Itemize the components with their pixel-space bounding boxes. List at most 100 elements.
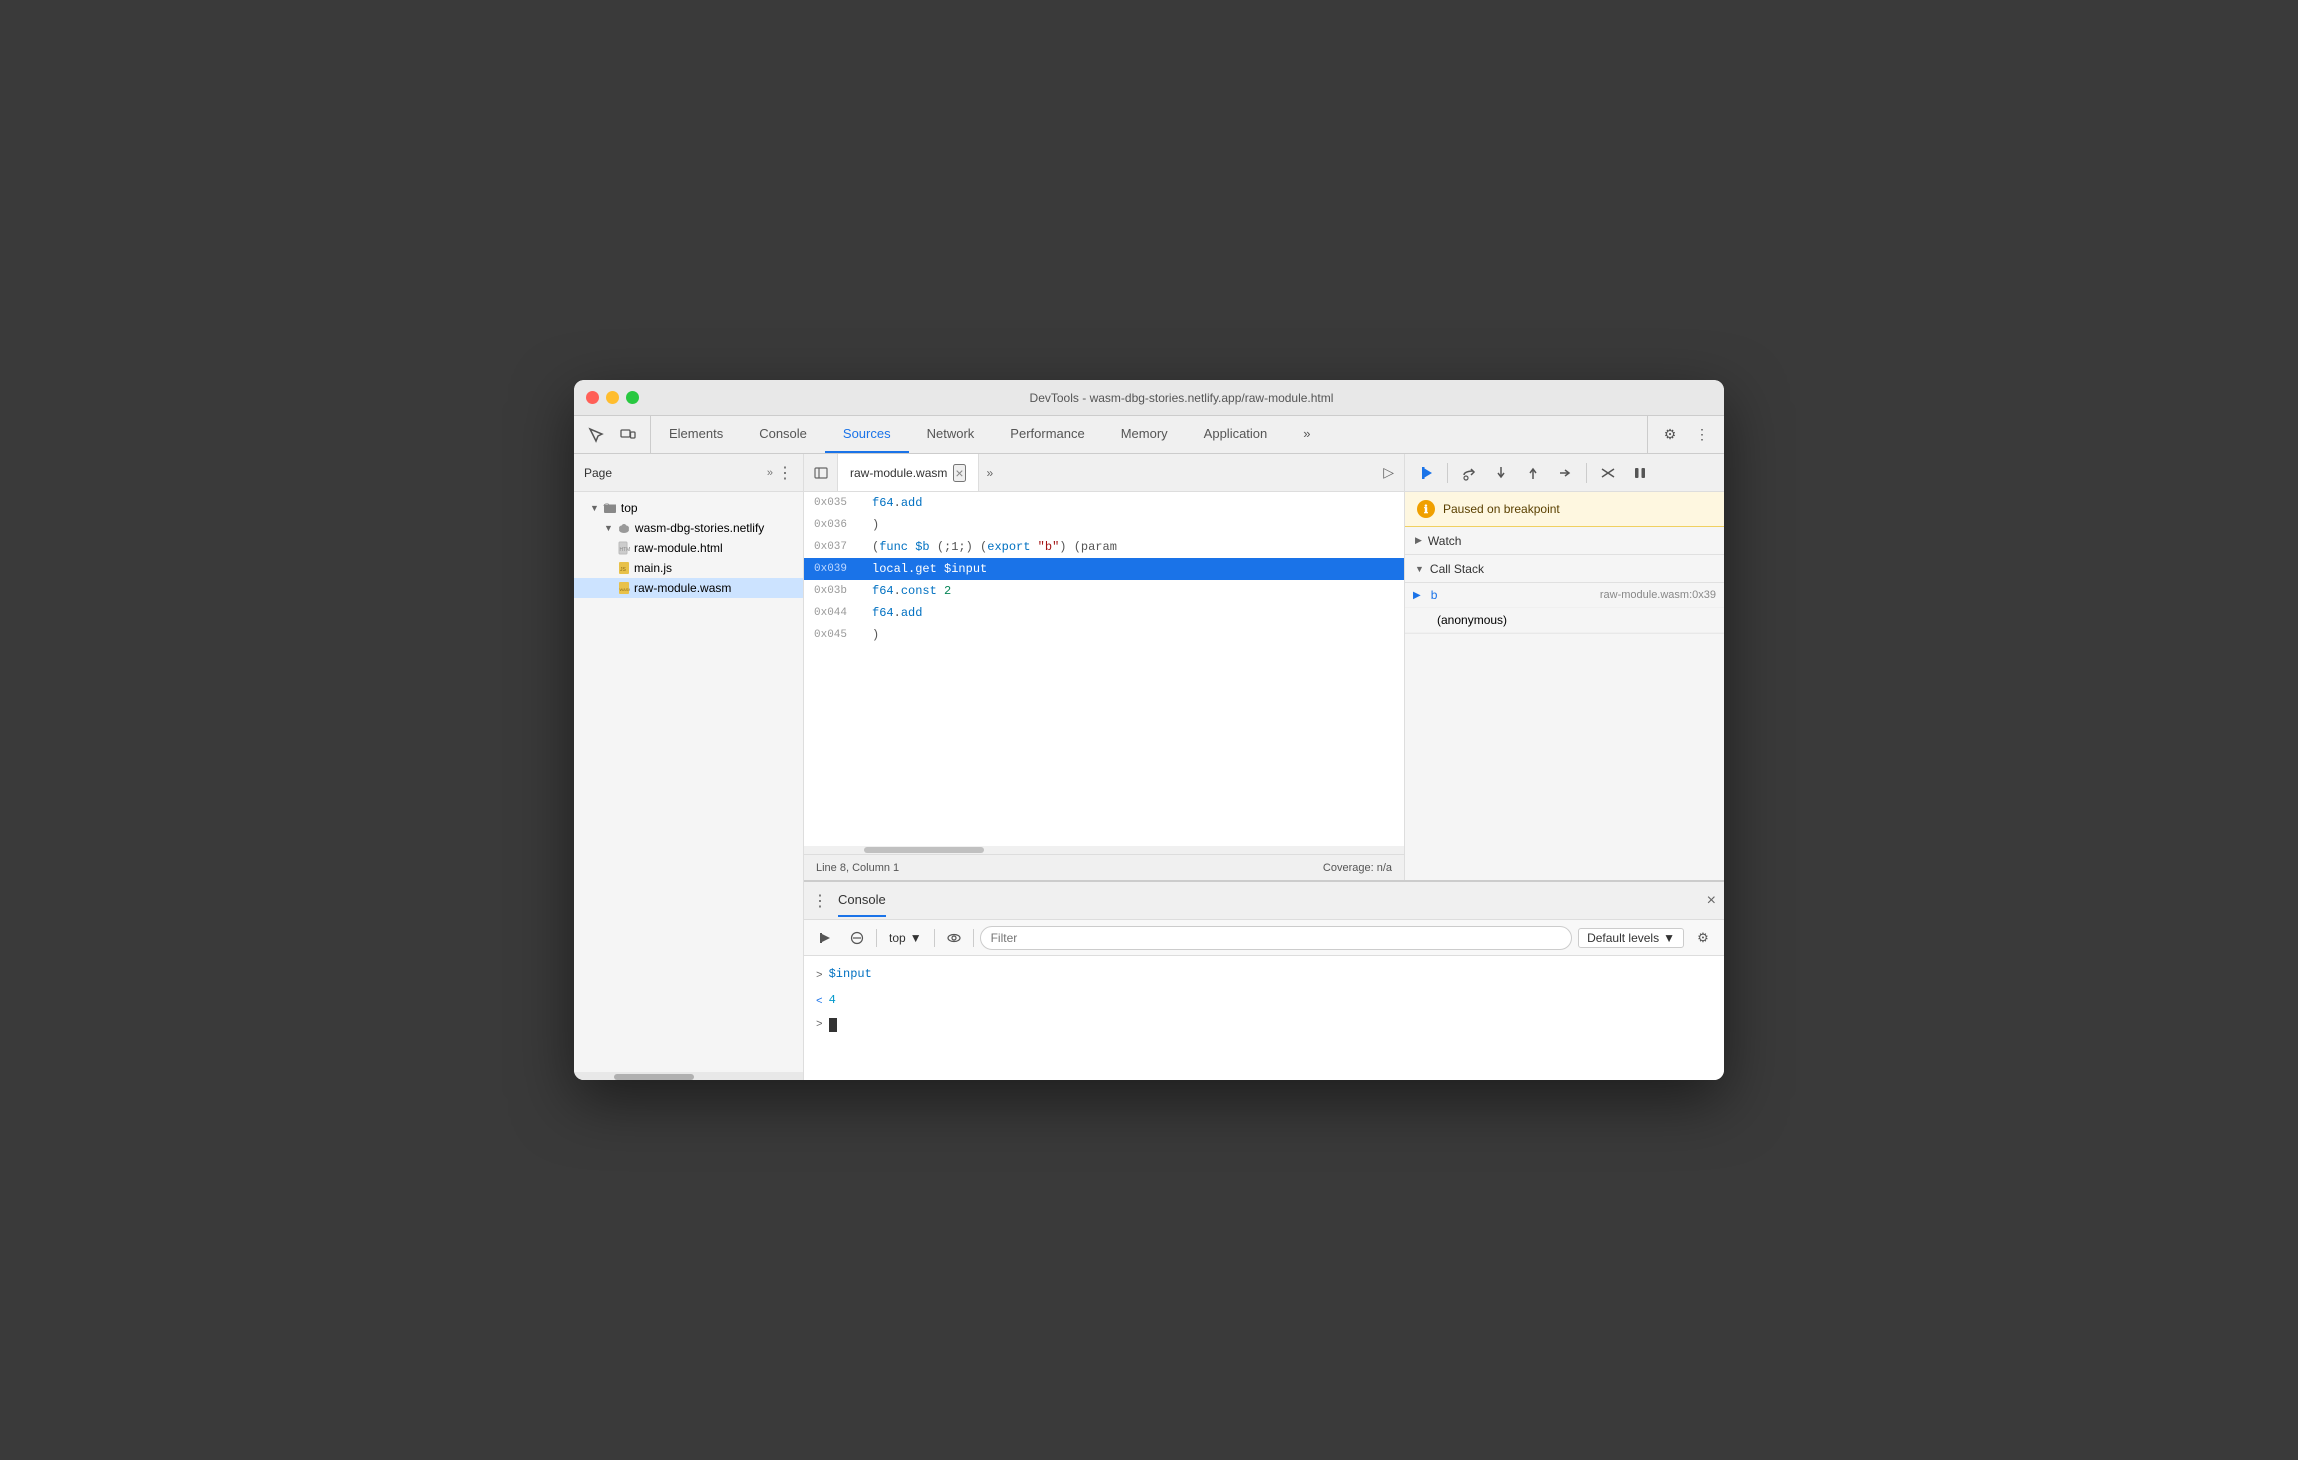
sidebar-toggle-btn[interactable] [804,454,838,491]
editor-tab-wasm[interactable]: raw-module.wasm × [838,454,979,491]
console-levels-selector[interactable]: Default levels ▼ [1578,928,1684,948]
console-toolbar: top ▼ Default levels ▼ [804,920,1724,956]
console-eye-btn[interactable] [941,925,967,951]
svg-text:WASM: WASM [620,587,631,592]
console-tab[interactable]: Console [838,884,886,917]
context-chevron: ▼ [910,931,922,945]
pause-exceptions-btn[interactable] [1625,460,1655,486]
editor-and-debugger: raw-module.wasm × » ▷ 0x035 f64.add [804,454,1724,880]
console-close-btn[interactable]: × [1707,892,1716,910]
tree-item-netlify[interactable]: ▼ wasm-dbg-stories.netlify [574,518,803,538]
minimize-button[interactable] [606,391,619,404]
fullscreen-button[interactable] [626,391,639,404]
tab-performance[interactable]: Performance [992,416,1102,453]
debugger-divider-2 [1586,463,1587,483]
file-sidebar: Page » ⋮ ▼ top ▼ [574,454,804,1080]
status-bar: Line 8, Column 1 Coverage: n/a [804,854,1404,880]
console-input-line[interactable]: > [816,1016,1712,1036]
debugger-divider [1447,463,1448,483]
console-context-selector[interactable]: top ▼ [883,929,928,947]
deactivate-breakpoints-btn[interactable] [1593,460,1623,486]
callstack-item-anonymous[interactable]: (anonymous) [1405,608,1724,633]
window-title: DevTools - wasm-dbg-stories.netlify.app/… [651,391,1712,405]
console-menu-btn[interactable]: ⋮ [812,891,828,911]
tab-console[interactable]: Console [741,416,825,453]
console-settings-btn[interactable]: ⚙ [1690,925,1716,951]
tree-item-wasm[interactable]: WASM raw-module.wasm [574,578,803,598]
editor-tab-close[interactable]: × [953,464,965,482]
sidebar-scrollbar[interactable] [574,1072,803,1080]
file-html-icon: HTML [618,541,630,555]
expand-arrow-top: ▼ [590,503,599,513]
callstack-arrow: ▼ [1415,564,1424,574]
scroll-thumb[interactable] [864,847,984,853]
console-cursor [829,1018,837,1032]
resume-btn[interactable] [1411,460,1441,486]
tab-sources[interactable]: Sources [825,416,909,453]
tab-elements[interactable]: Elements [651,416,741,453]
console-active-prompt: > [816,1016,823,1036]
tree-item-html[interactable]: HTML raw-module.html [574,538,803,558]
tab-memory[interactable]: Memory [1103,416,1186,453]
watch-section-header[interactable]: ▶ Watch [1405,527,1724,555]
watch-arrow: ▶ [1415,535,1422,546]
sidebar-header: Page » ⋮ [574,454,803,492]
main-tabs: Elements Console Sources Network Perform… [651,416,1647,453]
step-into-btn[interactable] [1486,460,1516,486]
tree-label-html: raw-module.html [634,541,723,555]
coverage-status: Coverage: n/a [1323,862,1392,874]
step-over-btn[interactable] [1454,460,1484,486]
tab-application[interactable]: Application [1186,416,1286,453]
tree-item-mainjs[interactable]: JS main.js [574,558,803,578]
center-and-right: raw-module.wasm × » ▷ 0x035 f64.add [804,454,1724,1080]
code-line-0x035: 0x035 f64.add [804,492,1404,514]
tree-item-top[interactable]: ▼ top [574,498,803,518]
editor-more-btn[interactable]: » [979,454,1002,491]
console-input-value: $input [829,967,872,981]
tab-more[interactable]: » [1285,416,1328,453]
active-frame-arrow: ▶ [1413,590,1421,601]
right-sections: ▶ Watch ▼ Call Stack ▶ b raw-m [1405,527,1724,880]
horizontal-scrollbar[interactable] [804,846,1404,854]
code-container[interactable]: 0x035 f64.add 0x036 ) 0x037 (func $b (;1… [804,492,1404,846]
step-btn[interactable] [1550,460,1580,486]
callstack-section-header[interactable]: ▼ Call Stack [1405,555,1724,583]
console-return-value: 4 [829,993,836,1007]
inspect-icon[interactable] [582,421,610,449]
file-tree: ▼ top ▼ wasm-dbg-stories.netli [574,492,803,1072]
folder-icon-top [603,501,617,515]
sidebar-scroll-thumb[interactable] [614,1074,694,1080]
expand-arrow-netlify: ▼ [604,523,613,533]
console-run-btn[interactable] [812,925,838,951]
code-line-0x036: 0x036 ) [804,514,1404,536]
overflow-menu-icon[interactable]: ⋮ [1688,421,1716,449]
console-filter-input[interactable] [980,926,1572,950]
console-return-prompt: < [816,993,823,1013]
console-panel: ⋮ Console × [804,880,1724,1080]
toolbar-left [574,416,651,453]
console-output: > $input < 4 > [804,956,1724,1080]
code-line-0x03b: 0x03b f64.const 2 [804,580,1404,602]
callstack-loc-b: raw-module.wasm:0x39 [1600,589,1716,601]
levels-label: Default levels [1587,931,1659,945]
close-button[interactable] [586,391,599,404]
toolbar-right: ⚙ ⋮ [1647,416,1724,453]
sidebar-more-btn[interactable]: » [763,465,777,481]
traffic-lights [586,391,639,404]
settings-icon[interactable]: ⚙ [1656,421,1684,449]
run-snippet-btn[interactable]: ▷ [1373,454,1404,491]
code-line-0x037: 0x037 (func $b (;1;) (export "b") (param [804,536,1404,558]
callstack-fn-b: b [1431,588,1438,602]
callstack-item-b[interactable]: ▶ b raw-module.wasm:0x39 [1405,583,1724,608]
step-out-btn[interactable] [1518,460,1548,486]
tab-network[interactable]: Network [909,416,993,453]
console-line-input: > $input [816,964,1712,990]
file-wasm-icon: WASM [618,581,630,595]
tree-label-mainjs: main.js [634,561,672,575]
title-bar: DevTools - wasm-dbg-stories.netlify.app/… [574,380,1724,416]
cloud-icon [617,521,631,535]
sidebar-menu-btn[interactable]: ⋮ [777,463,793,483]
callstack-content: ▶ b raw-module.wasm:0x39 (anonymous) [1405,583,1724,634]
device-toolbar-icon[interactable] [614,421,642,449]
clear-console-btn[interactable] [844,925,870,951]
